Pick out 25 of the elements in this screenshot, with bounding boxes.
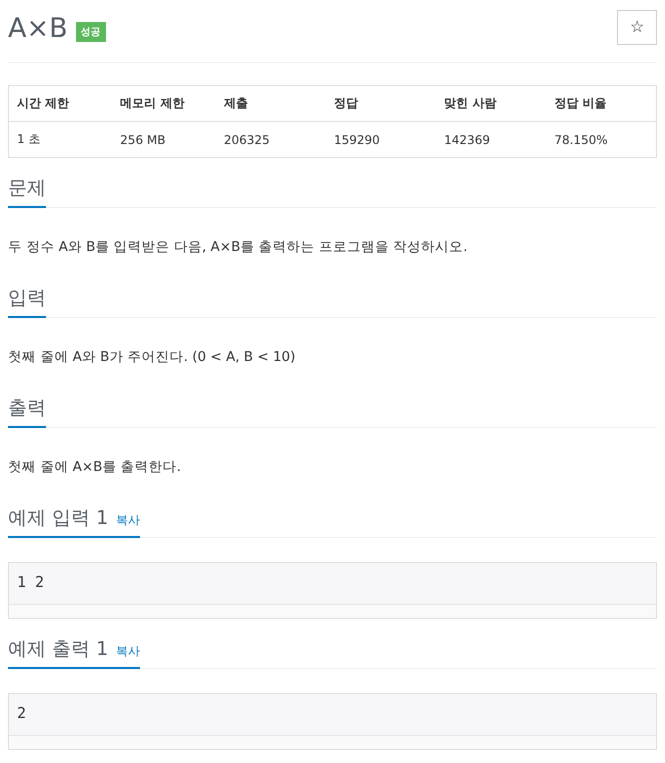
section-heading: 출력 [8, 396, 46, 420]
table-cell: 142369 [436, 122, 546, 158]
table-cell: 256 MB [112, 122, 216, 158]
column-header: 정답 비율 [546, 86, 656, 122]
copy-link[interactable]: 복사 [116, 643, 140, 660]
column-header: 시간 제한 [8, 86, 112, 122]
section-heading: 예제 입력 1 [8, 506, 108, 530]
section-heading: 예제 출력 1 [8, 637, 108, 661]
section-text: 첫째 줄에 A×B를 출력한다. [8, 458, 182, 477]
section-text: 두 정수 A와 B를 입력받은 다음, A×B를 출력하는 프로그램을 작성하시오. [8, 238, 469, 257]
problem-title: A×B [8, 12, 68, 46]
section-text: 첫째 줄에 A와 B가 주어진다. (0 < A, B < 10) [8, 348, 296, 367]
status-badge: 성공 [76, 22, 106, 42]
copy-link[interactable]: 복사 [116, 512, 140, 529]
section-heading: 문제 [8, 176, 46, 200]
star-button[interactable]: ☆ [617, 10, 657, 44]
table-cell: 1 초 [8, 122, 112, 158]
table-cell: 206325 [216, 122, 326, 158]
section-heading: 입력 [8, 286, 46, 310]
table-cell: 159290 [326, 122, 436, 158]
column-header: 제출 [216, 86, 326, 122]
table-cell: 78.150% [546, 122, 656, 158]
column-header: 정답 [326, 86, 436, 122]
column-header: 메모리 제한 [112, 86, 216, 122]
column-header: 맞힌 사람 [436, 86, 546, 122]
